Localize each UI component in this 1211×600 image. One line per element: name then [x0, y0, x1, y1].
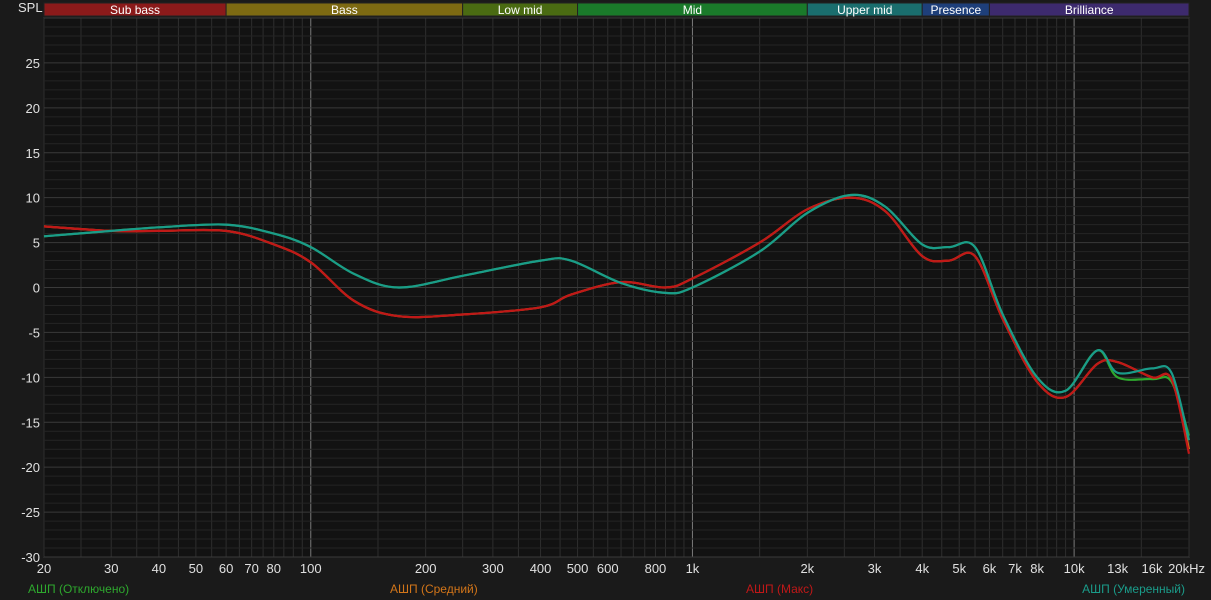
legend-item: АШП (Макс) [746, 582, 813, 596]
x-tick-label: 50 [189, 561, 203, 576]
x-tick-label: 4k [915, 561, 929, 576]
x-tick-label: 16k [1142, 561, 1163, 576]
x-tick-label: 3k [868, 561, 882, 576]
y-tick-label: 15 [26, 146, 40, 161]
x-tick-label: 300 [482, 561, 504, 576]
y-tick-label: 20 [26, 101, 40, 116]
y-tick-label: 0 [33, 281, 40, 296]
band-label: Brilliance [1065, 3, 1114, 17]
x-tick-label: 2k [800, 561, 814, 576]
y-axis-ticks: 2520151050-5-10-15-20-25-30 [21, 56, 40, 565]
band-label: Sub bass [110, 3, 160, 17]
x-tick-label: 200 [415, 561, 437, 576]
x-tick-label: 100 [300, 561, 322, 576]
x-tick-label: 20kHz [1168, 561, 1205, 576]
y-tick-label: 10 [26, 191, 40, 206]
x-tick-label: 500 [567, 561, 589, 576]
x-tick-label: 30 [104, 561, 118, 576]
frequency-response-chart: Sub bass Bass Low mid Mid Upper mid Presence B… [18, 0, 1205, 596]
x-tick-label: 60 [219, 561, 233, 576]
x-tick-label: 7k [1008, 561, 1022, 576]
x-tick-label: 10k [1064, 561, 1085, 576]
band-label: Low mid [498, 3, 543, 17]
x-tick-label: 1k [686, 561, 700, 576]
x-tick-label: 20 [37, 561, 51, 576]
x-tick-label: 600 [597, 561, 619, 576]
x-tick-label: 13k [1107, 561, 1128, 576]
x-tick-label: 6k [983, 561, 997, 576]
legend-item: АШП (Умеренный) [1082, 582, 1185, 596]
y-tick-label: -25 [21, 505, 40, 520]
y-tick-label: 25 [26, 56, 40, 71]
y-axis-label: SPL [18, 0, 43, 15]
band-label: Bass [331, 3, 358, 17]
y-tick-label: -15 [21, 415, 40, 430]
y-tick-label: 5 [33, 236, 40, 251]
x-tick-label: 40 [152, 561, 166, 576]
legend-item: АШП (Отключено) [28, 582, 129, 596]
y-tick-label: -5 [28, 325, 40, 340]
band-label: Upper mid [837, 3, 892, 17]
grid-lines [43, 17, 1190, 558]
legend: АШП (Отключено) АШП (Средний) АШП (Макс) АШ… [28, 582, 1185, 596]
y-tick-label: -10 [21, 370, 40, 385]
x-tick-label: 8k [1030, 561, 1044, 576]
band-label: Mid [683, 3, 702, 17]
x-axis-ticks: 20 30 40 50 60 70 80 100 200 300 400 500 600 800 1k 2k 3… [37, 561, 1205, 576]
x-tick-label: 400 [530, 561, 552, 576]
x-tick-label: 80 [267, 561, 281, 576]
x-tick-label: 5k [952, 561, 966, 576]
frequency-band-bar: Sub bass Bass Low mid Mid Upper mid Presence B… [43, 2, 1190, 17]
x-tick-label: 70 [244, 561, 258, 576]
x-tick-label: 800 [645, 561, 667, 576]
legend-item: АШП (Средний) [390, 582, 478, 596]
y-tick-label: -20 [21, 460, 40, 475]
band-label: Presence [930, 3, 981, 17]
